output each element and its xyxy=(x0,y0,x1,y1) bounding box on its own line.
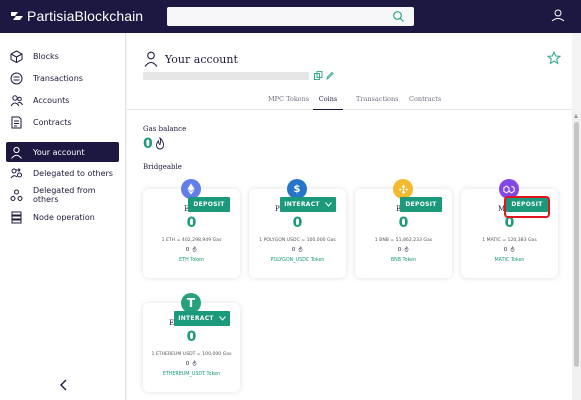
cube-icon xyxy=(10,49,23,63)
highlight-box xyxy=(504,196,550,218)
deposit-button[interactable]: DEPOSIT xyxy=(400,197,442,212)
account-user-icon xyxy=(144,51,158,67)
sidebar-item-contracts[interactable]: Contracts xyxy=(6,112,119,132)
tab-mpc-tokens[interactable]: MPC Tokens xyxy=(268,95,309,110)
usdc-icon: $ xyxy=(287,179,307,199)
copy-icon[interactable] xyxy=(314,71,323,80)
interact-label: INTERACT xyxy=(178,315,214,322)
ethereum-icon xyxy=(181,179,201,199)
sidebar-item-your-account[interactable]: Your account xyxy=(6,142,119,162)
scroll-up-arrow[interactable] xyxy=(574,114,578,118)
sidebar-item-transactions[interactable]: Transactions xyxy=(6,68,119,88)
gas-flame-icon xyxy=(192,359,197,366)
sidebar-item-label: Delegated to others xyxy=(33,168,113,178)
sidebar-item-node-operation[interactable]: Node operation xyxy=(6,207,119,227)
chevron-down-icon xyxy=(324,202,332,207)
coin-token-link[interactable]: POLYGON_USDC Token xyxy=(249,258,346,263)
gas-flame-icon xyxy=(156,137,165,150)
chevron-down-icon xyxy=(218,316,226,321)
coin-card-ethereum-usdt: T E INTERACT 0 1 ETHEREUM USDT = 100,000… xyxy=(143,293,240,392)
coin-balance: 0 xyxy=(292,215,303,231)
deposit-button[interactable]: DEPOSIT xyxy=(188,197,230,212)
search-input[interactable] xyxy=(167,7,414,26)
top-bar: PartisiaBlockchain xyxy=(0,0,581,33)
coin-token-link[interactable]: MATIC Token xyxy=(461,258,558,263)
gas-balance-value: 0 xyxy=(143,136,153,152)
coin-gas: 0 xyxy=(355,245,452,253)
interact-dropdown-button[interactable]: INTERACT xyxy=(280,197,336,212)
account-header: Your account xyxy=(144,51,238,67)
coin-gas-value: 0 xyxy=(397,247,402,253)
transactions-icon xyxy=(10,72,23,84)
sidebar-item-label: Contracts xyxy=(33,117,72,127)
delegated-from-icon xyxy=(10,189,23,201)
interact-label: INTERACT xyxy=(284,201,320,208)
contract-icon xyxy=(11,116,22,128)
sidebar-item-label: Your account xyxy=(33,147,85,157)
coin-balance: 0 xyxy=(398,215,409,231)
coin-token-link[interactable]: ETH Token xyxy=(143,258,240,263)
account-tabs: MPC Tokens Coins Transactions Contracts xyxy=(127,92,572,110)
partisia-logo-icon xyxy=(11,12,23,20)
search-icon[interactable] xyxy=(392,10,405,23)
edit-icon[interactable] xyxy=(326,71,334,80)
coin-rate: 1 ETHEREUM USDT = 100,000 Gas xyxy=(151,352,232,357)
coin-gas-value: 0 xyxy=(185,361,190,367)
brand-logo[interactable]: PartisiaBlockchain xyxy=(10,8,143,24)
scrollbar-thumb[interactable] xyxy=(574,122,579,367)
sidebar-item-label: Accounts xyxy=(33,95,70,105)
gas-flame-icon xyxy=(192,245,197,252)
favorite-star-icon[interactable] xyxy=(547,51,561,65)
tab-transactions[interactable]: Transactions xyxy=(356,95,398,110)
coin-gas: 0 xyxy=(143,245,240,253)
brand-name: PartisiaBlockchain xyxy=(27,8,144,24)
accounts-icon xyxy=(10,94,23,106)
tab-coins[interactable]: Coins xyxy=(313,95,343,110)
coin-card-bnb: B DEPOSIT 0 1 BNB = 51,862,233 Gas 0 BNB… xyxy=(355,179,452,278)
gas-flame-icon xyxy=(404,245,409,252)
coin-card-eth: E DEPOSIT 0 1 ETH = 402,298,949 Gas 0 ET… xyxy=(143,179,240,278)
tether-icon: T xyxy=(181,293,201,313)
bnb-icon xyxy=(393,179,413,199)
coin-balance: 0 xyxy=(186,215,197,231)
sidebar-item-label: Transactions xyxy=(33,73,83,83)
coin-gas-value: 0 xyxy=(291,247,296,253)
gas-flame-icon xyxy=(510,245,515,252)
coin-rate: 1 MATIC = 120,383 Gas xyxy=(482,238,537,243)
gas-flame-icon xyxy=(298,245,303,252)
account-address xyxy=(143,72,309,80)
user-menu-icon[interactable] xyxy=(548,6,568,26)
coin-rate: 1 BNB = 51,862,233 Gas xyxy=(374,238,433,243)
sidebar-item-delegated-to-others[interactable]: Delegated to others xyxy=(6,163,119,183)
coin-token-link[interactable]: BNB Token xyxy=(355,258,452,263)
delegated-icon xyxy=(10,167,22,178)
user-icon xyxy=(11,146,22,159)
coin-name: P xyxy=(275,205,280,213)
sidebar-item-label: Delegated from others xyxy=(33,186,96,204)
coin-gas-value: 0 xyxy=(185,247,190,253)
sidebar-item-delegated-from-others[interactable]: Delegated from others xyxy=(6,185,119,205)
coin-rate: 1 POLYGON USDC = 100,000 Gas xyxy=(259,238,336,243)
sidebar: Blocks Transactions Accounts Contracts Y… xyxy=(0,33,126,400)
coin-card-polygon-usdc: $ P INTERACT 0 1 POLYGON USDC = 100,000 … xyxy=(249,179,346,278)
sidebar-item-accounts[interactable]: Accounts xyxy=(6,90,119,110)
vertical-scrollbar[interactable] xyxy=(572,112,581,400)
sidebar-item-label: Node operation xyxy=(33,212,95,222)
interact-dropdown-button[interactable]: INTERACT xyxy=(174,311,230,326)
bridgeable-label: Bridgeable xyxy=(143,163,182,171)
coin-gas-value: 0 xyxy=(503,247,508,253)
page-title: Your account xyxy=(165,52,238,66)
coin-rate: 1 ETH = 402,298,949 Gas xyxy=(161,238,222,243)
sidebar-item-label: Blocks xyxy=(33,51,59,61)
collapse-sidebar-icon[interactable] xyxy=(58,378,70,392)
coin-gas: 0 xyxy=(249,245,346,253)
sidebar-item-blocks[interactable]: Blocks xyxy=(6,46,119,66)
gas-balance-label: Gas balance xyxy=(143,125,187,133)
coin-gas: 0 xyxy=(461,245,558,253)
coin-token-link[interactable]: ETHEREUM_USDT Token xyxy=(143,372,240,377)
coin-gas: 0 xyxy=(143,359,240,367)
tab-contracts[interactable]: Contracts xyxy=(409,95,441,110)
coin-balance: 0 xyxy=(186,329,197,345)
server-icon xyxy=(11,211,22,223)
